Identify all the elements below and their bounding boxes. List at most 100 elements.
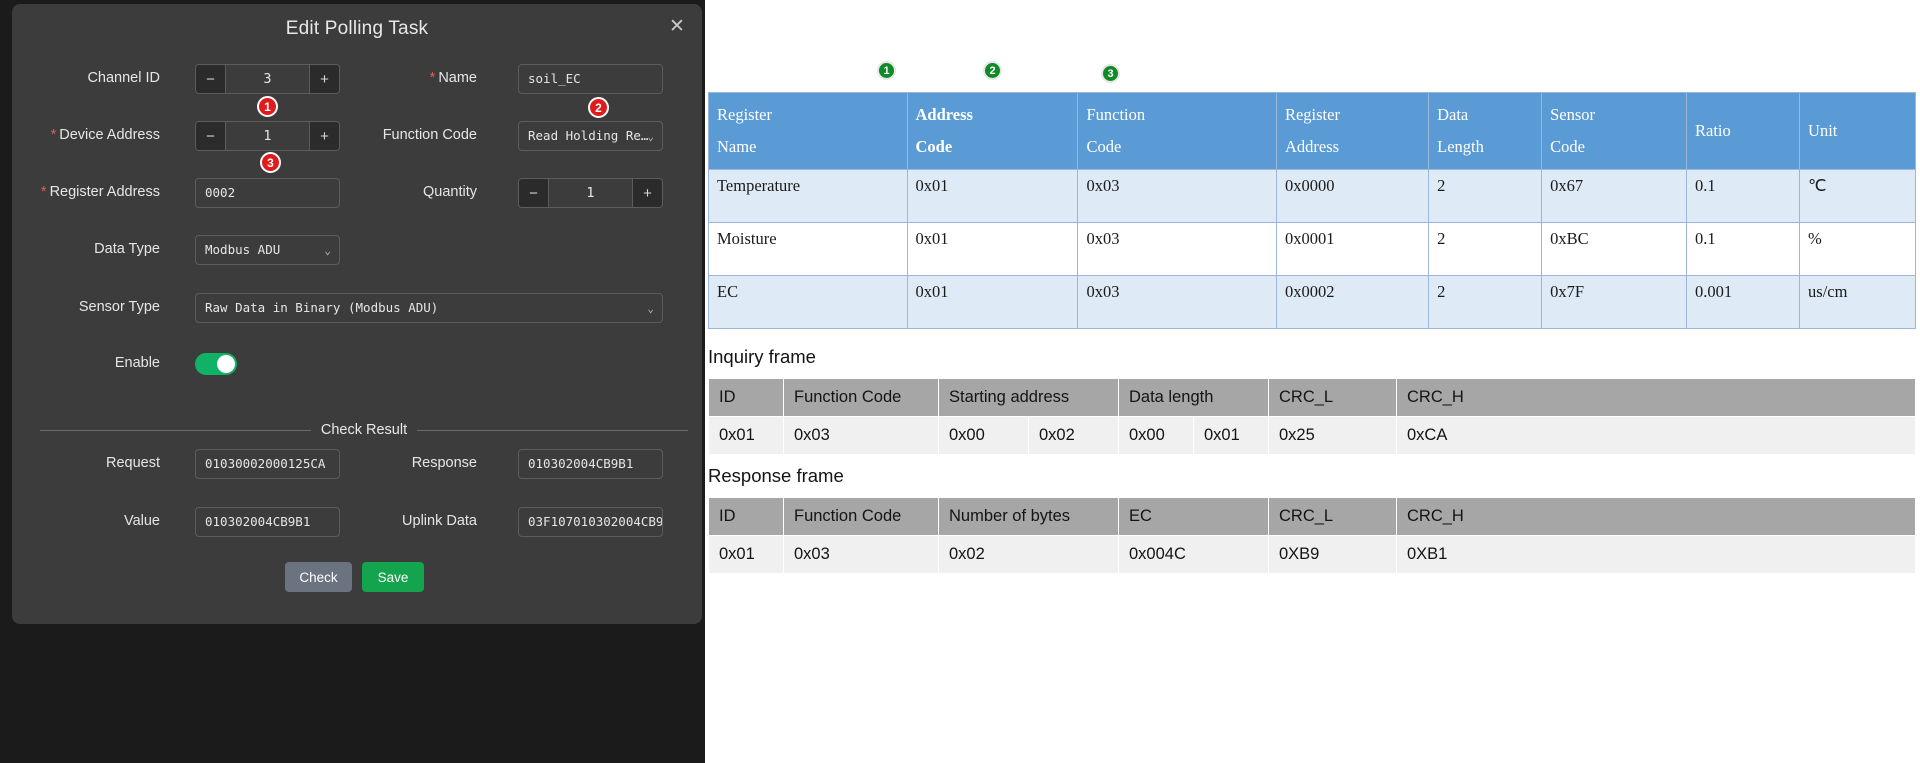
col-crc-h: CRC_H: [1396, 378, 1916, 417]
response-input[interactable]: 010302004CB9B1: [518, 449, 663, 479]
enable-toggle[interactable]: [195, 353, 237, 375]
table-row: 0x01 0x03 0x02 0x004C 0XB9 0XB1: [708, 535, 1916, 574]
col-function-code: Function Code: [1077, 91, 1277, 171]
quantity-increment-button[interactable]: +: [632, 179, 662, 207]
cell-data-length-hi: 0x00: [1118, 416, 1194, 455]
data-type-select[interactable]: Modbus ADU ⌄: [195, 235, 340, 265]
divider-line-left: [40, 429, 311, 431]
cell-ratio: 0.001: [1686, 275, 1801, 330]
name-input[interactable]: soil_EC: [518, 64, 663, 94]
value-input[interactable]: 010302004CB9B1: [195, 507, 340, 537]
chevron-down-icon: ⌄: [324, 244, 331, 257]
col-id: ID: [708, 378, 784, 417]
channel-id-value[interactable]: 3: [226, 65, 309, 93]
channel-id-decrement-button[interactable]: −: [196, 65, 226, 93]
value-label: Value: [123, 513, 160, 529]
cell-crc-l: 0XB9: [1268, 535, 1397, 574]
device-address-value[interactable]: 1: [226, 122, 309, 150]
uplink-data-label: Uplink Data: [402, 513, 477, 529]
chevron-down-icon: ⌄: [647, 302, 654, 315]
device-address-stepper[interactable]: − 1 +: [195, 121, 340, 151]
cell-id: 0x01: [708, 416, 784, 455]
function-code-value: Read Holding Re…: [528, 128, 649, 143]
quantity-decrement-button[interactable]: −: [519, 179, 549, 207]
request-input[interactable]: 01030002000125CA: [195, 449, 340, 479]
col-data-length: Data length: [1118, 378, 1269, 417]
sensor-type-select[interactable]: Raw Data in Binary (Modbus ADU) ⌄: [195, 293, 663, 323]
callout-badge-1: 1: [257, 96, 278, 117]
cell-function-code: 0x03: [1077, 169, 1277, 224]
cell-data-length-lo: 0x01: [1193, 416, 1269, 455]
cell-register-name: Moisture: [708, 222, 908, 277]
quantity-stepper[interactable]: − 1 +: [518, 178, 663, 208]
check-result-divider: Check Result: [40, 422, 689, 438]
device-address-decrement-button[interactable]: −: [196, 122, 226, 150]
table-row: Moisture 0x01 0x03 0x0001 2 0xBC 0.1 %: [708, 222, 1916, 277]
callout-badge-3: 3: [260, 152, 281, 173]
cell-ratio: 0.1: [1686, 169, 1801, 224]
channel-id-label: Channel ID: [87, 70, 160, 86]
table-header-row: ID Function Code Starting address Data l…: [708, 378, 1916, 417]
callout-badge-2: 2: [588, 97, 609, 118]
col-register-name: Register Name: [708, 91, 908, 171]
col-data-length: Data Length: [1428, 91, 1543, 171]
col-crc-l: CRC_L: [1268, 497, 1397, 536]
inquiry-frame-header: ID Function Code Starting address Data l…: [708, 378, 1916, 417]
cell-unit: %: [1799, 222, 1916, 277]
cell-sensor-code: 0x67: [1541, 169, 1688, 224]
response-frame-header: ID Function Code Number of bytes EC CRC_…: [708, 497, 1916, 536]
register-address-input[interactable]: 0002: [195, 178, 340, 208]
cell-address-code: 0x01: [906, 169, 1079, 224]
col-id: ID: [708, 497, 784, 536]
cell-data-length: 2: [1428, 222, 1543, 277]
cell-register-name: Temperature: [708, 169, 908, 224]
response-label: Response: [411, 455, 477, 471]
check-result-caption: Check Result: [320, 422, 408, 438]
channel-id-increment-button[interactable]: +: [309, 65, 339, 93]
register-map-table: Register Name Address Code Function Code…: [708, 91, 1916, 330]
doc-badge-1: 1: [877, 61, 896, 80]
data-type-label: Data Type: [94, 241, 160, 257]
reference-document: 1 2 3 Register Name Address Code Functio…: [705, 0, 1920, 763]
cell-address-code: 0x01: [906, 222, 1079, 277]
cell-register-address: 0x0001: [1275, 222, 1430, 277]
screenshot-root: Edit Polling Task ✕ Channel ID − 3 + * Na…: [0, 0, 1920, 763]
col-address-code: Address Code: [906, 91, 1079, 171]
dialog-title: Edit Polling Task: [285, 18, 429, 39]
required-asterisk: *: [429, 70, 436, 86]
enable-label: Enable: [114, 355, 160, 371]
chevron-down-icon: ⌄: [647, 130, 654, 143]
table-row: 0x01 0x03 0x00 0x02 0x00 0x01 0x25 0xCA: [708, 416, 1916, 455]
cell-ec: 0x004C: [1118, 535, 1269, 574]
check-button[interactable]: Check: [285, 562, 352, 592]
cell-crc-h: 0XB1: [1396, 535, 1916, 574]
register-map-body: Temperature 0x01 0x03 0x0000 2 0x67 0.1 …: [708, 169, 1916, 330]
col-number-of-bytes: Number of bytes: [938, 497, 1119, 536]
quantity-value[interactable]: 1: [549, 179, 632, 207]
cell-starting-address-hi: 0x00: [938, 416, 1029, 455]
inquiry-frame-body: 0x01 0x03 0x00 0x02 0x00 0x01 0x25 0xCA: [708, 416, 1916, 455]
cell-starting-address-lo: 0x02: [1028, 416, 1119, 455]
cell-function-code: 0x03: [783, 535, 939, 574]
table-header-row: ID Function Code Number of bytes EC CRC_…: [708, 497, 1916, 536]
required-asterisk: *: [40, 184, 47, 200]
save-button[interactable]: Save: [362, 562, 424, 592]
device-address-increment-button[interactable]: +: [309, 122, 339, 150]
function-code-select[interactable]: Read Holding Re… ⌄: [518, 121, 663, 151]
register-map-header: Register Name Address Code Function Code…: [708, 91, 1916, 171]
cell-register-address: 0x0000: [1275, 169, 1430, 224]
request-label: Request: [105, 455, 160, 471]
channel-id-stepper[interactable]: − 3 +: [195, 64, 340, 94]
col-function-code: Function Code: [783, 497, 939, 536]
cell-function-code: 0x03: [783, 416, 939, 455]
close-icon[interactable]: ✕: [664, 14, 690, 40]
cell-id: 0x01: [708, 535, 784, 574]
col-register-address: Register Address: [1275, 91, 1430, 171]
uplink-data-input[interactable]: 03F107010302004CB9B: [518, 507, 663, 537]
cell-unit: ℃: [1799, 169, 1916, 224]
cell-sensor-code: 0x7F: [1541, 275, 1688, 330]
col-function-code: Function Code: [783, 378, 939, 417]
doc-badge-3: 3: [1101, 64, 1120, 83]
cell-unit: us/cm: [1799, 275, 1916, 330]
sensor-type-value: Raw Data in Binary (Modbus ADU): [205, 300, 439, 315]
